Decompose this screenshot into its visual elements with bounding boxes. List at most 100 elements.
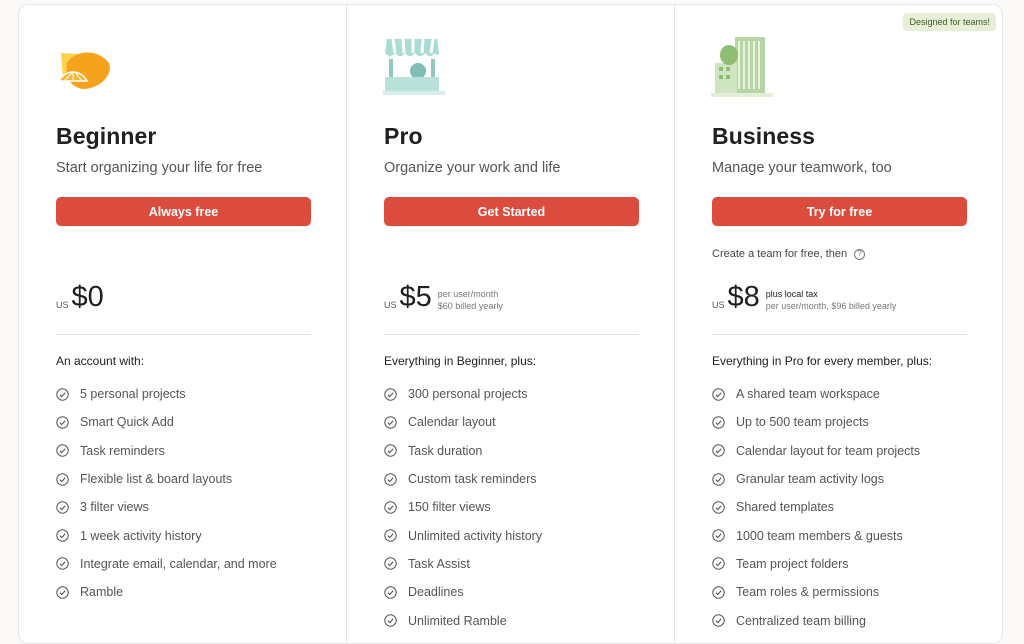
feature-label: 1 week activity history [80,528,202,543]
feature-label: Flexible list & board layouts [80,472,233,487]
price-note: plus local tax [765,289,818,299]
feature-label: Calendar layout for team projects [736,443,921,458]
feature-item: Task Assist [384,550,542,578]
always-free-button[interactable]: Always free [56,197,311,226]
feature-item: Task reminders [56,437,277,465]
check-circle-icon [56,529,69,542]
check-circle-icon [712,557,725,571]
price-amount: $5 [399,281,432,313]
feature-item: Ramble [56,578,277,606]
check-circle-icon [712,387,725,401]
market-stall-icon [383,33,463,103]
feature-list: A shared team workspace Up to 500 team p… [712,380,920,635]
check-circle-icon [56,501,69,514]
features-heading: Everything in Pro for every member, plus… [712,354,933,368]
check-circle-icon [712,444,725,457]
feature-item: Smart Quick Add [56,408,277,436]
check-circle-icon [384,529,397,542]
feature-item: Shared templates [712,493,920,521]
feature-label: Granular team activity logs [736,472,884,487]
feature-item: Deadlines [384,578,542,606]
feature-label: Up to 500 team projects [736,415,869,430]
check-circle-icon [384,472,397,486]
feature-list: 5 personal projects Smart Quick Add Task… [56,380,277,606]
check-circle-icon [712,529,725,542]
plan-title: Pro [384,123,423,149]
check-circle-icon [384,557,397,571]
feature-label: A shared team workspace [736,387,880,402]
feature-label: Deadlines [408,585,464,600]
currency-label: US [384,300,397,310]
feature-item: 5 personal projects [56,380,277,408]
plan-business: Designed for teams! Business Manage your… [675,5,1002,643]
features-heading: Everything in Beginner, plus: [384,354,537,368]
feature-label: Task duration [408,443,483,458]
feature-item: 3 filter views [56,493,277,521]
check-circle-icon [56,557,69,571]
feature-label: Unlimited Ramble [408,613,507,628]
check-circle-icon [384,387,397,401]
check-circle-icon [384,586,397,599]
feature-item: 150 filter views [384,493,542,521]
feature-item: Unlimited Ramble [384,606,542,634]
feature-item: Team roles & permissions [712,578,920,606]
feature-item: Flexible list & board layouts [56,465,277,493]
feature-list: 300 personal projects Calendar layout Ta… [384,380,542,635]
price-amount: $8 [727,281,760,313]
orange-slice-icon [55,33,135,103]
check-circle-icon [384,614,397,627]
plan-subtitle: Start organizing your life for free [56,160,263,176]
check-circle-icon [712,501,725,514]
check-circle-icon [56,416,69,429]
feature-label: 150 filter views [408,500,491,515]
feature-label: 3 filter views [80,500,149,515]
feature-item: Custom task reminders [384,465,542,493]
plan-beginner: Beginner Start organizing your life for … [19,5,347,643]
feature-item: Calendar layout for team projects [712,437,920,465]
divider [712,334,967,335]
check-circle-icon [384,444,397,457]
price-notes: plus local tax per user/month, $96 bille… [766,289,897,311]
feature-label: Task Assist [408,556,470,571]
team-note: Create a team for free, then ? [712,248,866,260]
feature-label: Custom task reminders [408,472,537,487]
price-note: $60 billed yearly [437,301,503,311]
plan-title: Business [712,123,816,149]
feature-label: 5 personal projects [80,387,186,402]
team-note-text: Create a team for free, then [712,248,848,260]
feature-item: A shared team workspace [712,380,920,408]
feature-item: Up to 500 team projects [712,408,920,436]
price: US $5 per user/month $60 billed yearly [384,282,503,312]
feature-item: 1 week activity history [56,521,277,549]
divider [56,334,311,335]
feature-label: Smart Quick Add [80,415,174,430]
check-circle-icon [56,387,69,401]
currency-label: US [712,300,725,310]
feature-label: Calendar layout [408,415,496,430]
feature-item: 1000 team members & guests [712,521,920,549]
check-circle-icon [56,472,69,486]
feature-label: Shared templates [736,500,834,515]
try-for-free-button[interactable]: Try for free [712,197,967,226]
check-circle-icon [384,501,397,514]
features-heading: An account with: [56,354,145,368]
feature-item: Integrate email, calendar, and more [56,550,277,578]
currency-label: US [56,300,69,310]
check-circle-icon [712,472,725,486]
price-notes: per user/month $60 billed yearly [438,289,503,311]
price-amount: $0 [71,281,104,313]
check-circle-icon [56,586,69,599]
plan-subtitle: Manage your teamwork, too [712,160,892,176]
feature-label: Ramble [80,585,124,600]
plan-title: Beginner [56,123,157,149]
feature-label: Integrate email, calendar, and more [80,556,277,571]
check-circle-icon [384,416,397,429]
help-icon[interactable]: ? [854,248,866,260]
get-started-button[interactable]: Get Started [384,197,639,226]
feature-label: Team roles & permissions [736,585,880,600]
divider [384,334,639,335]
feature-item: Centralized team billing [712,606,920,634]
feature-item: Team project folders [712,550,920,578]
plan-pro: Pro Organize your work and life Get Star… [347,5,675,643]
check-circle-icon [56,444,69,457]
